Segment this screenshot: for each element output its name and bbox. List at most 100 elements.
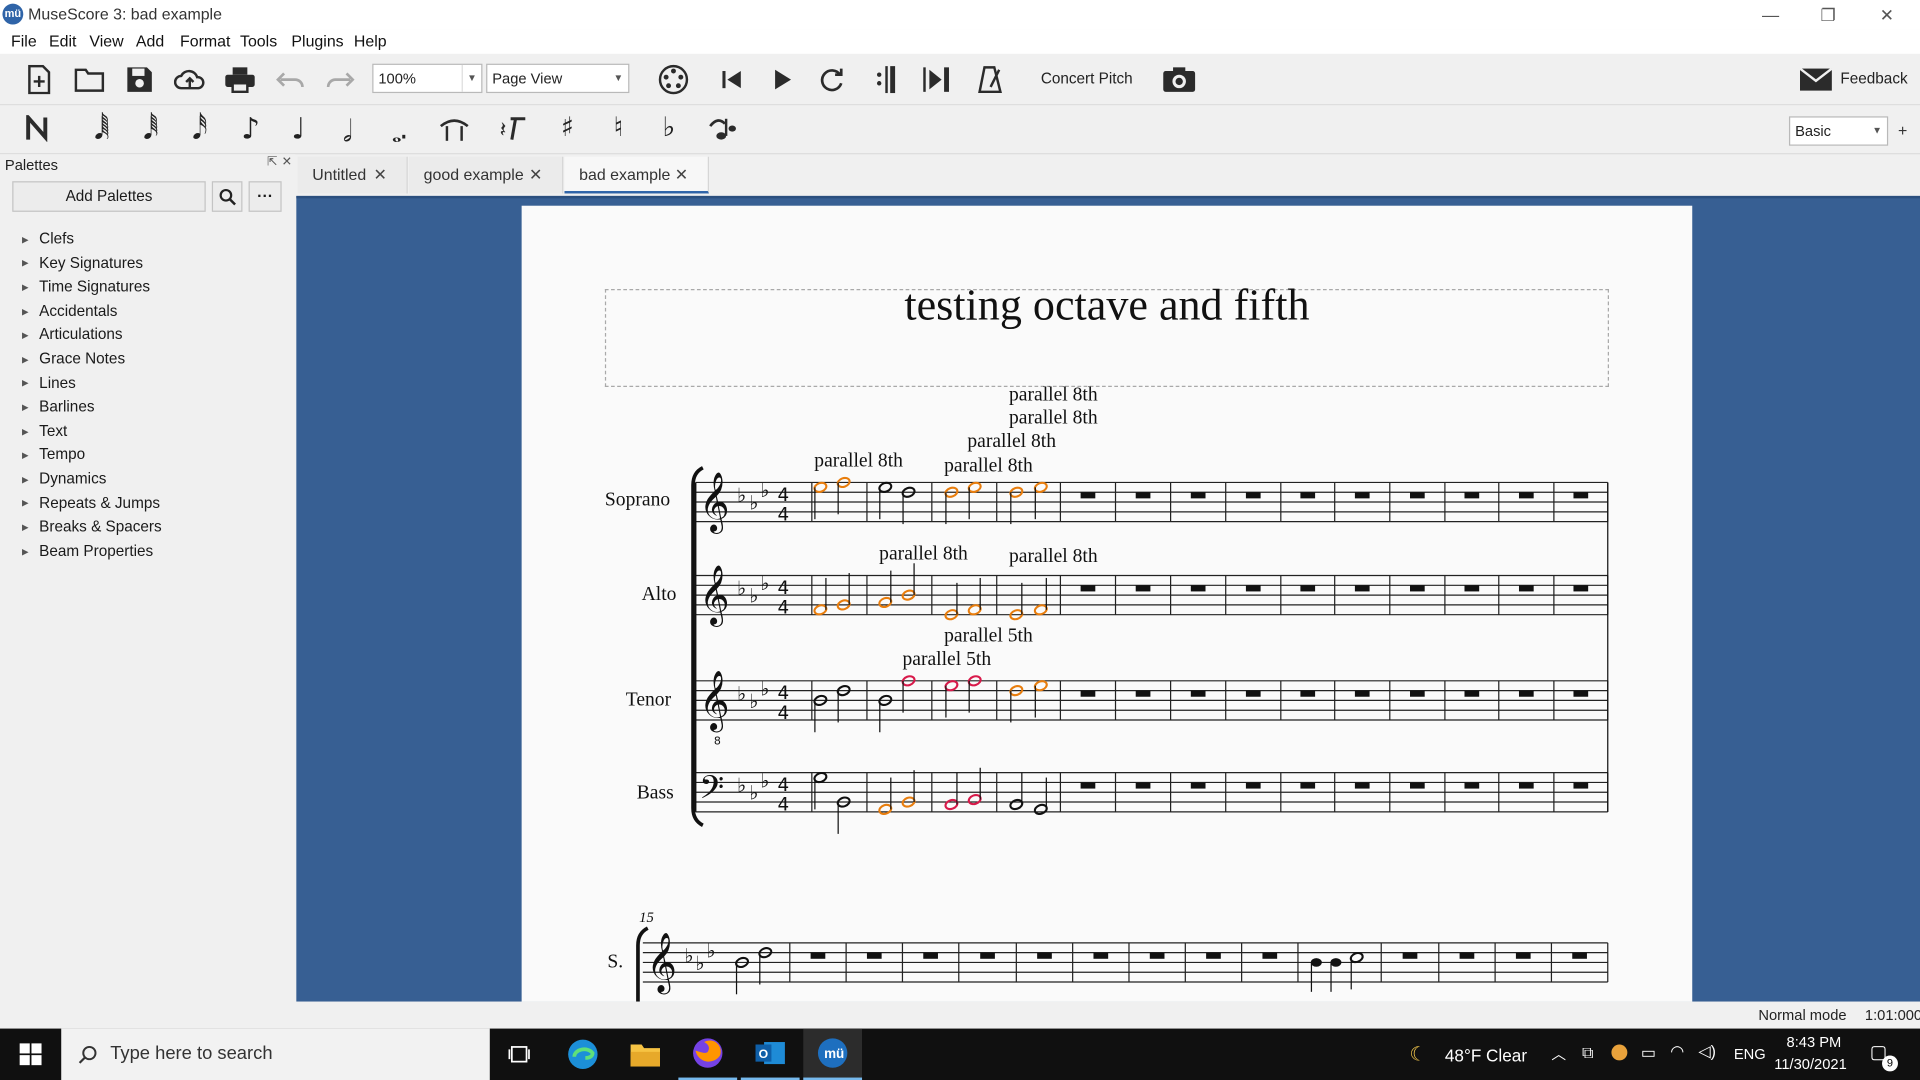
key-signature-flat-icon: ♭ [749, 491, 758, 514]
notation-marks[interactable]: 𝄞 ♭ ♭♭ 44𝄞 ♭ ♭♭ 44𝄞 ♭ ♭♭ 44𝄢 ♭ ♭♭ 448𝄞 ♭ ♭♭ [636, 466, 1609, 1002]
treble-clef-icon: 𝄞 [699, 671, 729, 733]
key-signature-flat-icon: ♭ [696, 952, 705, 975]
key-signature-flat-icon: ♭ [749, 584, 758, 607]
task-view-icon[interactable] [490, 1029, 549, 1080]
volume-icon[interactable]: ◁) [1698, 1042, 1716, 1062]
whole-rest [1206, 952, 1221, 959]
language-indicator[interactable]: ENG [1734, 1046, 1766, 1063]
whole-rest [1354, 782, 1370, 789]
whole-rest [1300, 690, 1316, 697]
key-signature-flat-icon: ♭ [760, 769, 769, 792]
key-signature-flat-icon: ♭ [749, 782, 758, 805]
clock-time[interactable]: 8:43 PM [1787, 1033, 1842, 1050]
time-signature-numeral: 4 [778, 775, 790, 796]
battery-icon[interactable]: ▭ [1641, 1043, 1656, 1063]
whole-rest [1573, 782, 1589, 789]
time-signature-numeral: 4 [778, 504, 790, 525]
svg-text:mü: mü [824, 1046, 844, 1061]
whole-rest [1573, 690, 1589, 697]
key-signature-flat-icon: ♭ [760, 678, 769, 701]
status-mode: Normal mode [1758, 1006, 1847, 1024]
svg-text:O: O [759, 1047, 769, 1061]
treble-clef-icon: 𝄞 [699, 565, 729, 627]
whole-rest [1300, 492, 1316, 499]
whole-rest [1245, 690, 1261, 697]
whole-rest [1410, 782, 1425, 789]
meet-now-icon[interactable]: ⧉ [1582, 1043, 1593, 1063]
status-time: 1:01:000 [1864, 1006, 1920, 1024]
whole-rest [1464, 690, 1480, 697]
whole-rest [1572, 952, 1587, 959]
outlook-icon[interactable]: O [740, 1029, 800, 1080]
windows-start-icon[interactable] [0, 1029, 61, 1080]
whole-rest [1080, 492, 1096, 499]
whole-rest [1245, 585, 1261, 592]
key-signature-flat-icon: ♭ [684, 944, 693, 967]
whole-rest [1262, 952, 1278, 959]
time-signature-numeral: 4 [778, 795, 790, 816]
time-signature-numeral: 4 [778, 485, 790, 506]
whole-rest [1190, 690, 1206, 697]
whole-rest [1464, 782, 1480, 789]
key-signature-flat-icon: ♭ [760, 479, 769, 502]
treble-clef-icon: 𝄞 [699, 472, 729, 534]
whole-rest [1093, 952, 1109, 959]
whole-rest [1190, 782, 1206, 789]
taskbar-search[interactable]: Type here to search [61, 1028, 490, 1080]
weather-text[interactable]: 48°F Clear [1445, 1046, 1527, 1066]
whole-rest [1459, 952, 1475, 959]
wifi-icon[interactable]: ◠ [1670, 1042, 1684, 1062]
whole-rest [1402, 952, 1418, 959]
firefox-icon[interactable] [678, 1029, 738, 1080]
treble-clef-icon: 𝄞 [647, 933, 677, 995]
chevron-up-icon[interactable]: ︿ [1551, 1043, 1566, 1064]
whole-rest [1354, 690, 1370, 697]
status-bar: Normal mode 1:01:000 [0, 1001, 1920, 1029]
whole-rest [1410, 585, 1425, 592]
whole-rest [1300, 585, 1316, 592]
whole-rest [1037, 952, 1052, 959]
time-signature-numeral: 4 [778, 578, 790, 599]
whole-rest [1135, 690, 1151, 697]
whole-rest [1149, 952, 1165, 959]
whole-rest [923, 952, 938, 959]
weather-moon-icon[interactable]: ☾ [1409, 1042, 1427, 1066]
whole-rest [1410, 492, 1425, 499]
search-placeholder: Type here to search [110, 1043, 273, 1065]
whole-rest [1573, 492, 1589, 499]
whole-rest [1573, 585, 1589, 592]
quarter-note-head [1330, 958, 1342, 967]
whole-rest [1464, 585, 1480, 592]
key-signature-flat-icon: ♭ [707, 940, 716, 963]
whole-rest [1190, 585, 1206, 592]
whole-rest [1080, 585, 1096, 592]
network-status-icon[interactable] [1611, 1044, 1628, 1061]
clock-date[interactable]: 11/30/2021 [1774, 1056, 1846, 1073]
whole-rest [1464, 492, 1480, 499]
edge-icon[interactable] [553, 1029, 612, 1080]
music-notation[interactable]: 𝄞 ♭ ♭♭ 44𝄞 ♭ ♭♭ 44𝄞 ♭ ♭♭ 44𝄢 ♭ ♭♭ 448𝄞 ♭ ♭♭ [0, 0, 1920, 1080]
key-signature-flat-icon: ♭ [737, 577, 746, 600]
whole-rest [1135, 585, 1151, 592]
whole-rest [1080, 782, 1096, 789]
whole-rest [1518, 782, 1534, 789]
key-signature-flat-icon: ♭ [737, 774, 746, 797]
time-signature-numeral: 4 [778, 597, 790, 618]
whole-rest [810, 952, 826, 959]
key-signature-flat-icon: ♭ [749, 690, 758, 713]
file-explorer-icon[interactable] [616, 1029, 675, 1080]
whole-rest [866, 952, 882, 959]
whole-rest [1518, 585, 1534, 592]
musescore-taskbar-icon[interactable]: mü [803, 1028, 863, 1080]
staff-lines [642, 481, 1609, 983]
whole-rest [1135, 782, 1151, 789]
whole-rest [1518, 690, 1534, 697]
whole-rest [1354, 585, 1370, 592]
whole-rest [1190, 492, 1206, 499]
musescore-window: mü MuseScore 3: bad example — ❐ ✕ File E… [0, 0, 1920, 1080]
windows-taskbar: Type here to search O mü ☾ 48°F Clear ︿ … [0, 1028, 1920, 1080]
notification-count[interactable]: 9 [1882, 1055, 1898, 1072]
whole-rest [980, 952, 995, 959]
bass-clef-icon: 𝄢 [699, 769, 724, 814]
search-icon [78, 1045, 97, 1064]
